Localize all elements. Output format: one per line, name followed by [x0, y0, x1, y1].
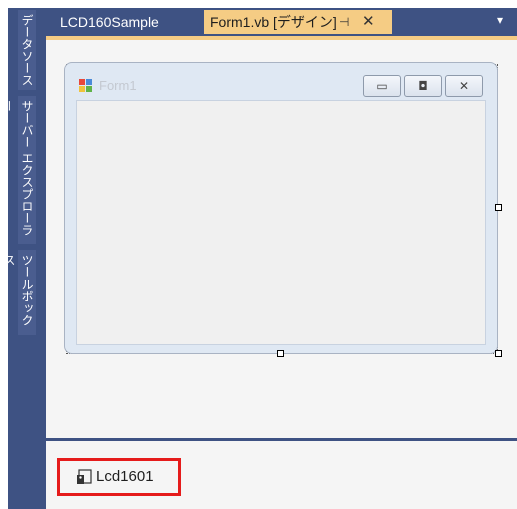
component-label: Lcd1601 — [96, 468, 154, 485]
form-client-area[interactable] — [76, 100, 486, 345]
sidebar-tab-data-sources[interactable]: データソース — [18, 10, 36, 90]
tab-form1-design[interactable]: Form1.vb [デザイン] ⊣ ✕ — [204, 10, 392, 34]
sidebar-tab-server-explorer[interactable]: サーバー エクスプローラー — [2, 96, 36, 244]
form-window[interactable]: Form1 ▭ ◘ ✕ — [64, 62, 498, 354]
close-icon: ✕ — [458, 79, 470, 93]
sidebar-tab-toolbox[interactable]: ツールボックス — [2, 250, 36, 335]
maximize-button[interactable]: ◘ — [404, 75, 442, 97]
form-title: Form1 — [99, 78, 137, 93]
resize-handle-right[interactable] — [495, 204, 502, 211]
close-icon[interactable]: ✕ — [362, 10, 375, 34]
sidebar-tab-label: データソース — [20, 14, 34, 86]
tab-label: LCD160Sample — [60, 14, 159, 30]
minimize-button[interactable]: ▭ — [363, 75, 401, 97]
pin-icon[interactable]: ⊣ — [339, 10, 349, 34]
minimize-icon: ▭ — [376, 79, 388, 93]
sidebar-tab-label: サーバー エクスプローラー — [2, 100, 34, 236]
tab-lcd160sample[interactable]: LCD160Sample — [54, 10, 202, 34]
side-panel-tabs: データソース サーバー エクスプローラー ツールボックス — [2, 8, 46, 509]
form-icon — [79, 79, 92, 92]
chevron-down-icon[interactable]: ▾ — [497, 13, 503, 27]
maximize-icon: ◘ — [418, 79, 428, 93]
resize-handle-bottom[interactable] — [277, 350, 284, 357]
resize-handle-corner[interactable] — [495, 350, 502, 357]
sidebar-tab-label: ツールボックス — [2, 254, 34, 326]
top-strip — [0, 0, 517, 8]
component-lcd1601[interactable]: Lcd1601 — [57, 458, 181, 496]
component-icon — [77, 469, 92, 484]
form-close-button[interactable]: ✕ — [445, 75, 483, 97]
tab-label: Form1.vb [デザイン] — [210, 14, 337, 30]
